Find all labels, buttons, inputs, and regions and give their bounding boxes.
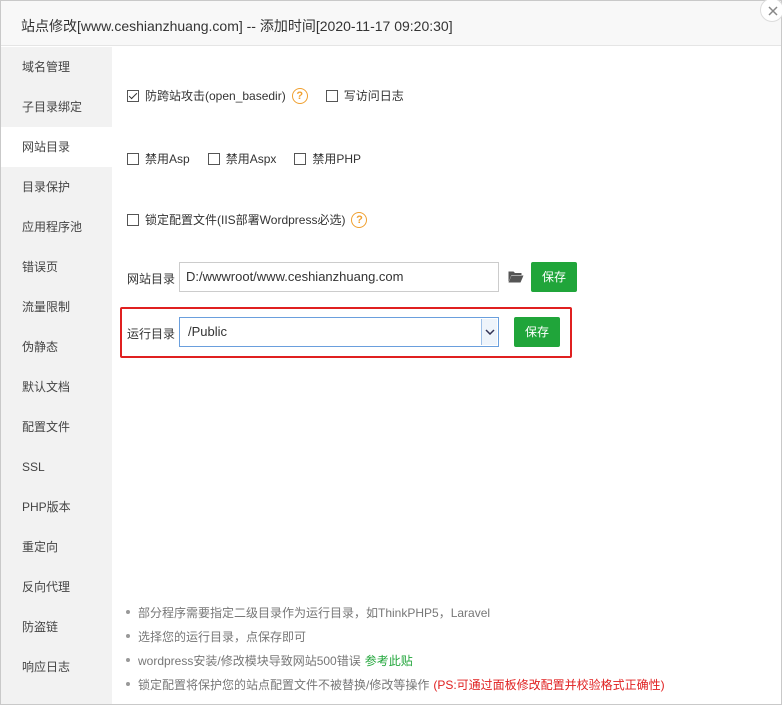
close-icon <box>768 6 778 16</box>
sidebar-item-dir-protection[interactable]: 目录保护 <box>1 167 112 207</box>
bullet-icon <box>126 610 130 614</box>
run-dir-save-button[interactable]: 保存 <box>514 317 560 347</box>
sidebar-item-ssl[interactable]: SSL <box>1 447 112 487</box>
sidebar-item-error-page[interactable]: 错误页 <box>1 247 112 287</box>
site-dir-label: 网站目录 <box>127 272 176 286</box>
dropdown-arrow[interactable] <box>481 319 497 345</box>
tip-text: 锁定配置将保护您的站点配置文件不被替换/修改等操作 <box>138 677 430 692</box>
open-basedir-option[interactable]: 防跨站攻击(open_basedir) ? <box>127 87 308 104</box>
option-row-1: 防跨站攻击(open_basedir) ? 写访问日志 <box>127 87 422 104</box>
lock-config-checkbox[interactable] <box>127 213 139 226</box>
sidebar: 域名管理 子目录绑定 网站目录 目录保护 应用程序池 错误页 流量限制 伪静态 … <box>1 47 113 704</box>
sidebar-item-rewrite[interactable]: 伪静态 <box>1 327 112 367</box>
reference-link[interactable]: 参考此贴 <box>365 652 413 669</box>
option-row-3: 锁定配置文件(IIS部署Wordpress必选) ? <box>127 211 385 228</box>
sidebar-item-default-doc[interactable]: 默认文档 <box>1 367 112 407</box>
access-log-label: 写访问日志 <box>343 89 404 103</box>
run-dir-label: 运行目录 <box>127 327 176 341</box>
site-dir-save-button[interactable]: 保存 <box>531 262 577 292</box>
disable-aspx-option[interactable]: 禁用Aspx <box>207 150 277 167</box>
help-icon[interactable]: ? <box>291 87 308 104</box>
run-dir-select[interactable]: /Public <box>179 317 499 347</box>
tip-text: wordpress安装/修改模块导致网站500错误 <box>138 653 361 668</box>
tip-text: 选择您的运行目录，点保存即可 <box>138 629 307 644</box>
lock-config-label: 锁定配置文件(IIS部署Wordpress必选) <box>145 213 346 227</box>
sidebar-item-app-pool[interactable]: 应用程序池 <box>1 207 112 247</box>
tip-item: 锁定配置将保护您的站点配置文件不被替换/修改等操作 (PS:可通过面板修改配置并… <box>126 672 665 696</box>
site-edit-dialog: 站点修改[www.ceshianzhuang.com] -- 添加时间[2020… <box>0 0 782 705</box>
open-basedir-checkbox[interactable] <box>127 89 139 102</box>
sidebar-item-response-log[interactable]: 响应日志 <box>1 647 112 687</box>
disable-php-checkbox[interactable] <box>294 152 307 165</box>
title-bar: 站点修改[www.ceshianzhuang.com] -- 添加时间[2020… <box>1 1 781 46</box>
sidebar-item-redirect[interactable]: 重定向 <box>1 527 112 567</box>
dialog-title: 站点修改[www.ceshianzhuang.com] -- 添加时间[2020… <box>21 18 453 34</box>
disable-asp-checkbox[interactable] <box>127 152 139 165</box>
option-row-2: 禁用Asp 禁用Aspx 禁用PHP <box>127 150 379 167</box>
content-panel: 防跨站攻击(open_basedir) ? 写访问日志 禁用Asp 禁用Aspx… <box>112 47 781 704</box>
access-log-checkbox[interactable] <box>325 89 338 102</box>
sidebar-item-config-file[interactable]: 配置文件 <box>1 407 112 447</box>
sidebar-item-traffic-limit[interactable]: 流量限制 <box>1 287 112 327</box>
bullet-icon <box>126 634 130 638</box>
disable-php-label: 禁用PHP <box>312 152 362 166</box>
tip-warning: (PS:可通过面板修改配置并校验格式正确性) <box>433 677 665 692</box>
tip-item: wordpress安装/修改模块导致网站500错误 参考此贴 <box>126 648 665 672</box>
site-dir-input[interactable]: D:/wwwroot/www.ceshianzhuang.com <box>179 262 499 292</box>
access-log-option[interactable]: 写访问日志 <box>325 87 404 104</box>
help-icon[interactable]: ? <box>351 211 368 228</box>
bullet-icon <box>126 682 130 686</box>
tips-list: 部分程序需要指定二级目录作为运行目录，如ThinkPHP5，Laravel 选择… <box>126 600 665 696</box>
folder-open-icon[interactable] <box>508 270 524 283</box>
sidebar-item-php-version[interactable]: PHP版本 <box>1 487 112 527</box>
close-button[interactable] <box>760 0 782 22</box>
open-basedir-label: 防跨站攻击(open_basedir) <box>145 89 286 103</box>
tip-item: 选择您的运行目录，点保存即可 <box>126 624 665 648</box>
bullet-icon <box>126 658 130 662</box>
lock-config-option[interactable]: 锁定配置文件(IIS部署Wordpress必选) ? <box>127 211 368 228</box>
sidebar-item-hotlink-protection[interactable]: 防盗链 <box>1 607 112 647</box>
tip-text: 部分程序需要指定二级目录作为运行目录，如ThinkPHP5，Laravel <box>138 605 491 620</box>
tip-item: 部分程序需要指定二级目录作为运行目录，如ThinkPHP5，Laravel <box>126 600 665 624</box>
sidebar-item-domain[interactable]: 域名管理 <box>1 47 112 87</box>
sidebar-item-site-dir[interactable]: 网站目录 <box>1 127 113 167</box>
disable-php-option[interactable]: 禁用PHP <box>294 150 361 167</box>
disable-asp-option[interactable]: 禁用Asp <box>127 150 190 167</box>
disable-aspx-checkbox[interactable] <box>207 152 220 165</box>
run-dir-selected-value: /Public <box>188 324 228 339</box>
chevron-down-icon <box>485 329 495 335</box>
disable-aspx-label: 禁用Aspx <box>225 152 277 166</box>
sidebar-item-reverse-proxy[interactable]: 反向代理 <box>1 567 112 607</box>
disable-asp-label: 禁用Asp <box>145 152 190 166</box>
sidebar-item-subdir-binding[interactable]: 子目录绑定 <box>1 87 112 127</box>
